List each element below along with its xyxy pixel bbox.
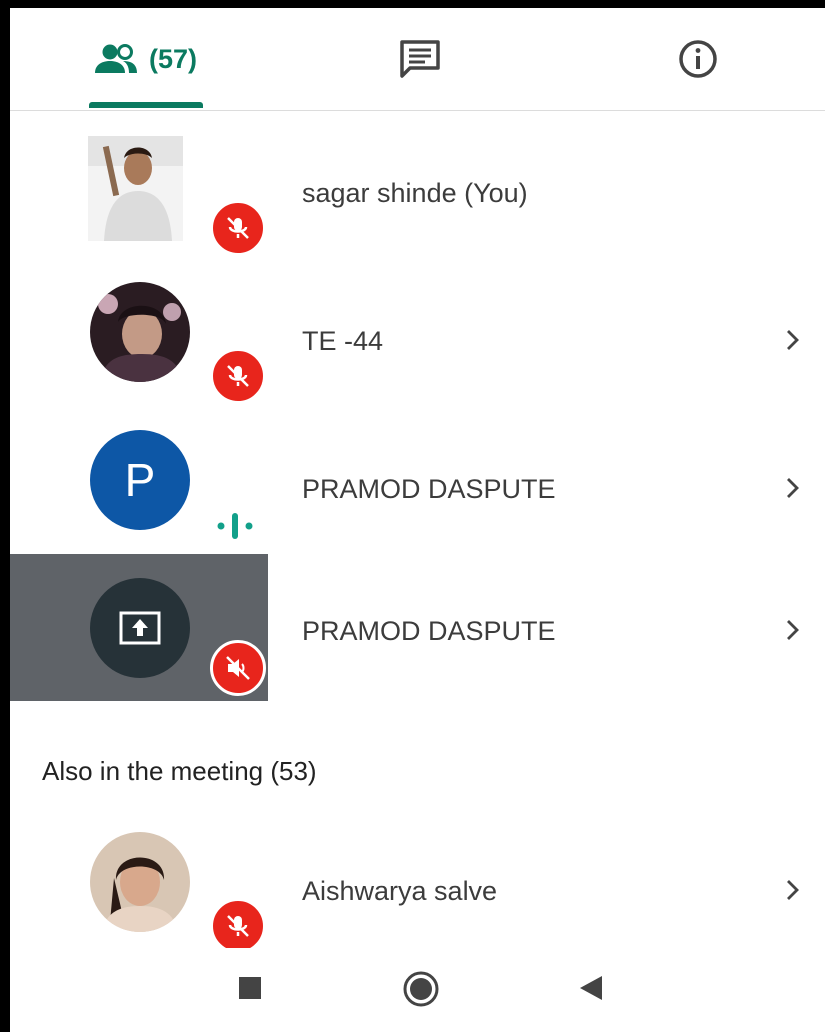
mic-off-badge [210,898,266,954]
info-icon [679,40,717,78]
chevron-right-icon[interactable] [780,878,804,902]
participant-row[interactable]: Aishwarya salve [10,816,825,964]
participant-name: PRAMOD DASPUTE [302,616,556,646]
present-screen-icon [119,611,161,645]
participant-name: PRAMOD DASPUTE [302,474,556,504]
volume-off-icon [226,656,250,680]
mic-off-badge [210,348,266,404]
mic-off-icon [227,365,249,387]
system-nav-bar [10,948,825,1032]
volume-off-badge [210,640,266,696]
home-button-icon[interactable] [402,970,440,1008]
active-tab-indicator [89,102,203,108]
chevron-right-icon[interactable] [780,328,804,352]
speaking-indicator-icon [217,513,253,539]
participant-row[interactable]: sagar shinde (You) [10,118,825,266]
letter-avatar: P [90,430,190,530]
tab-info[interactable] [658,8,738,110]
participant-count: (57) [148,43,197,74]
tab-people[interactable]: (57) [85,8,205,110]
avatar [90,282,190,382]
section-heading: Also in the meeting (53) [42,756,317,786]
recents-button-icon[interactable] [238,976,262,1000]
chevron-right-icon[interactable] [780,618,804,642]
mic-off-icon [227,915,249,937]
chat-icon [400,40,440,78]
tab-chat[interactable] [380,8,460,110]
participant-row[interactable]: TE -44 [10,266,825,414]
mic-off-icon [227,217,249,239]
back-button-icon[interactable] [578,974,604,1002]
mic-off-badge [210,200,266,256]
chevron-right-icon[interactable] [780,476,804,500]
avatar-letter: P [124,454,156,506]
participant-name: sagar shinde (You) [302,178,528,208]
presentation-avatar [90,578,190,678]
participant-row[interactable]: PRAMOD DASPUTE [10,554,825,702]
participant-name: TE -44 [302,326,384,356]
tab-bar: (57) [10,8,825,111]
participant-row[interactable]: P PRAMOD DASPUTE [10,414,825,562]
participant-name: Aishwarya salve [302,876,498,906]
avatar [88,136,183,241]
avatar [90,832,190,932]
meeting-details-panel: (57) sagar shinde (You) TE -44 P PRAMOD … [10,8,825,1032]
people-icon [94,44,137,73]
